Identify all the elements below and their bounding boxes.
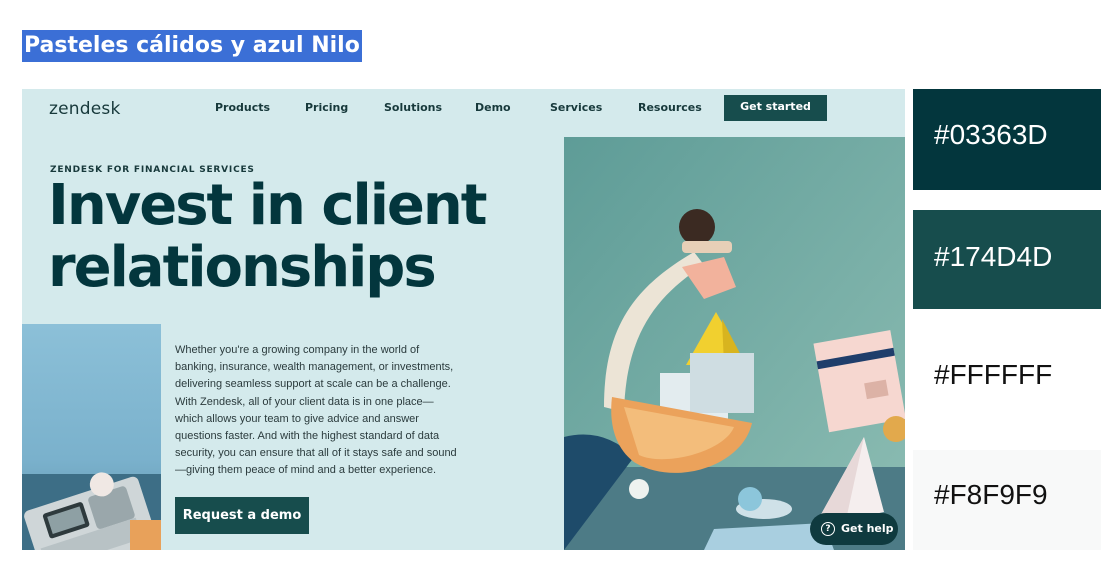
- body-line: —giving them peace of mind and a better …: [175, 464, 437, 477]
- swatch-f8f9f9: #F8F9F9: [913, 450, 1101, 550]
- nav-solutions[interactable]: Solutions: [384, 101, 442, 114]
- body-line: questions faster. And with the highest s…: [175, 430, 440, 443]
- website-screenshot: zendesk Products Pricing Solutions Demo …: [22, 89, 905, 550]
- nav-resources[interactable]: Resources: [638, 101, 702, 114]
- swatch-hex: #174D4D: [934, 241, 1053, 272]
- hero-artwork: [564, 137, 905, 550]
- body-line: With Zendesk, all of your client data is…: [175, 395, 434, 408]
- hero-title-line-2: relationships: [48, 235, 437, 300]
- get-help-label: Get help: [841, 522, 894, 535]
- swatch-hex: #FFFFFF: [934, 359, 1053, 390]
- nav-pricing[interactable]: Pricing: [305, 101, 348, 114]
- body-line: which allows your team to give advice an…: [175, 412, 419, 425]
- nav-services[interactable]: Services: [550, 101, 602, 114]
- calculator-photo: [22, 324, 161, 550]
- help-question-icon: ?: [821, 522, 835, 536]
- swatch-ffffff: #FFFFFF: [913, 330, 1101, 430]
- calculator-illustration: [22, 472, 161, 550]
- hero-title: Invest in client relationships: [48, 173, 488, 300]
- body-line: banking, insurance, wealth management, o…: [175, 361, 454, 374]
- body-line: delivering seamless support at scale can…: [175, 378, 451, 391]
- body-line: Whether you're a growing company in the …: [175, 344, 420, 356]
- get-help-button[interactable]: ? Get help: [810, 513, 898, 545]
- page-heading: Pasteles cálidos y azul Nilo: [22, 30, 362, 62]
- hero-title-line-1: Invest in client: [48, 173, 488, 238]
- nav-demo[interactable]: Demo: [475, 101, 511, 114]
- balancing-shapes-illustration: [564, 137, 905, 550]
- request-demo-button[interactable]: Request a demo: [175, 497, 309, 534]
- swatch-174d4d: #174D4D: [913, 210, 1101, 309]
- swatch-hex: #F8F9F9: [934, 479, 1048, 510]
- swatch-hex: #03363D: [934, 119, 1048, 150]
- swatch-03363d: #03363D: [913, 89, 1101, 190]
- zendesk-logo[interactable]: zendesk: [49, 99, 121, 119]
- get-started-button[interactable]: Get started: [724, 95, 827, 121]
- body-copy: Whether you're a growing company in the …: [175, 342, 475, 480]
- body-line: security, you can ensure that all of it …: [175, 447, 457, 460]
- nav-products[interactable]: Products: [215, 101, 270, 114]
